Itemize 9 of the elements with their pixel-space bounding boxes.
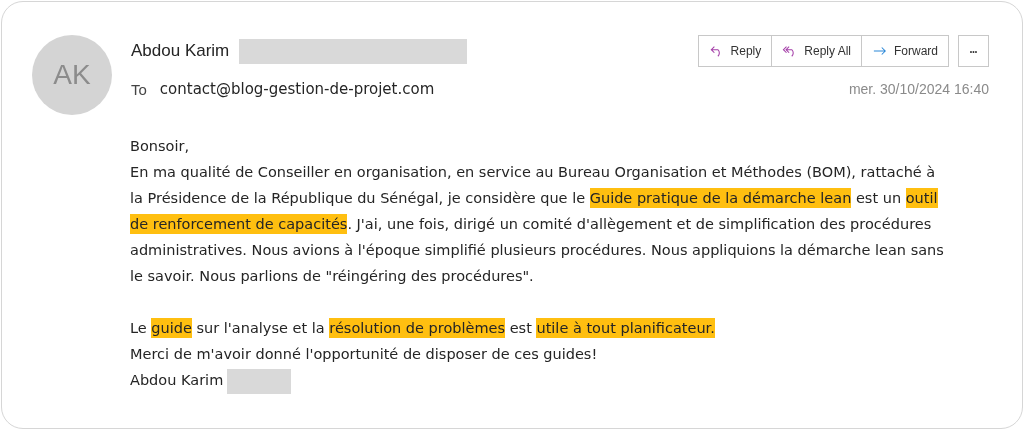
avatar: AK	[32, 35, 112, 115]
sender-name: Abdou Karim	[131, 41, 230, 61]
recipient-address: contact@blog-gestion-de-projet.com	[159, 80, 435, 98]
sent-date: mer. 30/10/2024 16:40	[848, 81, 989, 97]
signature-name: Abdou Karim	[130, 372, 224, 388]
message-paragraph: Bonsoir, En ma qualité de Conseiller en organisation, en service au Bureau Organisation et Méthodes (BOM), rattaché à la Présidence de la République du Sénégal, je considère que le Guide pratique de la démarche lean est un outil de renforcement de capacités. J'ai, une fois, dirigé un comité d'allègement et de simplification des procédures administratives. Nous avions à l'époque simplifié plusieurs procédures. Nous appliquions la démarche lean sans le savoir. Nous parlions de "réingéring des procédures".	[130, 137, 945, 286]
forward-icon	[872, 44, 888, 58]
message-paragraph: Le guide sur l'analyse et la résolution de problèmes est utile à tout planificateur. Merci de m'avoir donné l'opportunité de disposer de ces guides!	[130, 317, 716, 364]
to-label: To	[131, 80, 147, 98]
